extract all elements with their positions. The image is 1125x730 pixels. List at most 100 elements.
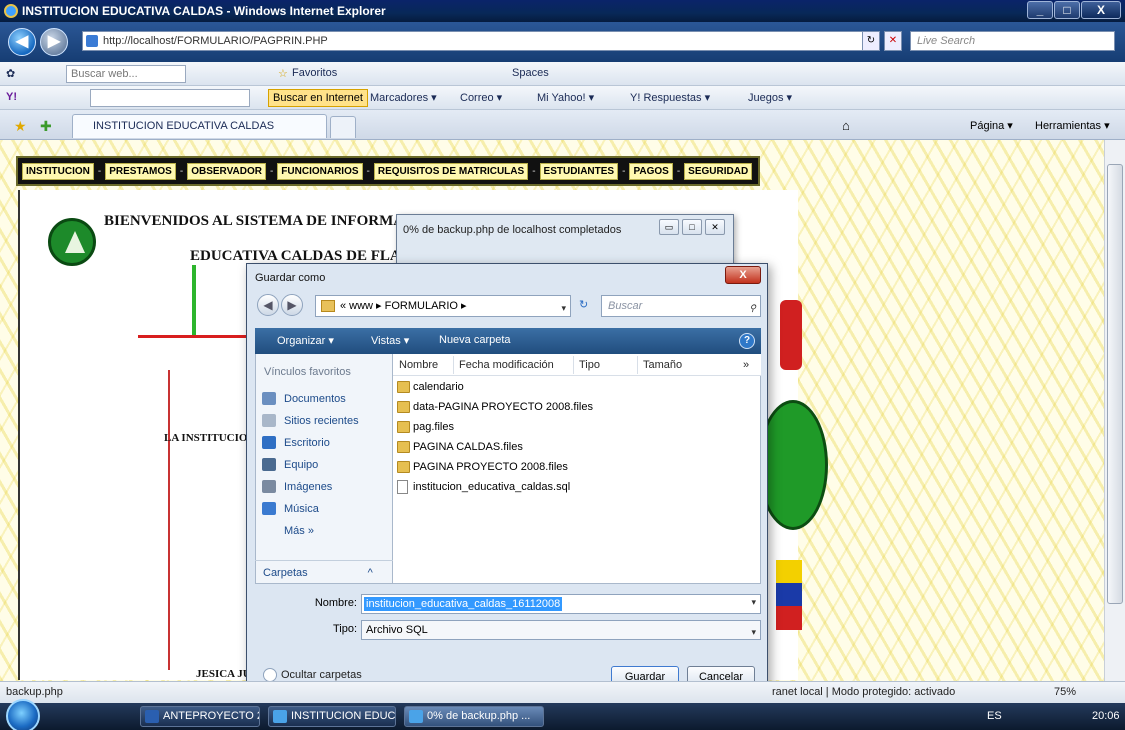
window-title-bar[interactable]: INSTITUCION EDUCATIVA CALDAS - Windows I… [0, 0, 1125, 22]
stop-button[interactable]: ✕ [884, 31, 902, 51]
address-bar: ◀ ▶ http://localhost/FORMULARIO/PAGPRIN.… [0, 22, 1125, 62]
headline-line-1: BIENVENIDOS AL SISTEMA DE INFORMA [104, 213, 405, 229]
herramientas-menu[interactable]: Herramientas ▾ [1035, 119, 1110, 132]
file-row[interactable]: PAGINA PROYECTO 2008.files [397, 458, 568, 477]
menu-requisitos[interactable]: REQUISITOS DE MATRICULAS [373, 162, 529, 180]
yahoo-search-input[interactable] [90, 89, 250, 107]
fav-escritorio[interactable]: Escritorio [262, 434, 330, 452]
juegos-button[interactable]: Juegos ▾ [748, 91, 792, 104]
file-row[interactable]: institucion_educativa_caldas.sql [397, 478, 570, 497]
search-web-input[interactable]: Buscar web... [66, 65, 186, 83]
tab-row: ★ ✚ INSTITUCION EDUCATIVA CALDAS ⌂ Págin… [0, 110, 1125, 140]
security-zone[interactable]: ranet local | Modo protegido: activado [772, 686, 955, 698]
menu-pagos[interactable]: PAGOS [629, 162, 673, 180]
fav-musica[interactable]: Música [262, 500, 319, 518]
more-columns-icon[interactable]: » [743, 359, 749, 371]
dialog-search-input[interactable]: Buscar ⚲ [601, 295, 761, 317]
chevron-down-icon[interactable]: ▾ [751, 623, 756, 641]
start-button[interactable] [6, 699, 40, 730]
download-minimize-button[interactable]: ▭ [659, 219, 679, 235]
forward-button[interactable]: ▶ [40, 28, 68, 56]
zoom-level[interactable]: 75% [1054, 686, 1076, 698]
tab-institucion[interactable]: INSTITUCION EDUCATIVA CALDAS [72, 114, 327, 138]
menu-funcionarios[interactable]: FUNCIONARIOS [277, 162, 363, 180]
download-maximize-button[interactable]: □ [682, 219, 702, 235]
menu-prestamos[interactable]: PRESTAMOS [105, 162, 176, 180]
col-tipo[interactable]: Tipo [579, 359, 600, 371]
task-anteproyecto[interactable]: ANTEPROYECTO 20... [140, 706, 260, 727]
menu-estudiantes[interactable]: ESTUDIANTES [539, 162, 619, 180]
add-favorite-icon[interactable]: ✚ [40, 118, 52, 135]
red-horizontal-line [138, 335, 248, 338]
favorites-star-icon[interactable]: ★ [14, 118, 27, 135]
new-tab-button[interactable] [330, 116, 356, 138]
col-tamano[interactable]: Tamaño [643, 359, 682, 371]
close-button[interactable]: X [1081, 1, 1121, 19]
desktop-icon [262, 436, 276, 449]
page-scrollbar[interactable] [1104, 140, 1125, 681]
school-logo [48, 218, 96, 266]
music-icon [262, 502, 276, 515]
mi-yahoo-button[interactable]: Mi Yahoo! ▾ [537, 91, 594, 104]
chevron-down-icon[interactable]: ▾ [561, 298, 566, 318]
organizar-button[interactable]: Organizar ▾ [277, 334, 334, 347]
task-institucion[interactable]: INSTITUCION EDUC... [268, 706, 396, 727]
filename-input[interactable]: institucion_educativa_caldas_16112008 ▾ [361, 594, 761, 614]
live-search-input[interactable]: Live Search [910, 31, 1115, 51]
filename-value: institucion_educativa_caldas_16112008 [364, 597, 563, 611]
fav-sitios-recientes[interactable]: Sitios recientes [262, 412, 359, 430]
back-circle-button[interactable]: ◀ [257, 294, 279, 316]
carpetas-toggle[interactable]: Carpetas ^ [255, 560, 393, 584]
minimize-button[interactable]: _ [1027, 1, 1053, 19]
fav-equipo[interactable]: Equipo [262, 456, 318, 474]
maximize-button[interactable]: □ [1054, 1, 1080, 19]
dialog-search-placeholder: Buscar [608, 300, 643, 312]
home-icon[interactable]: ⌂ [842, 118, 850, 133]
save-options: Nombre: institucion_educativa_caldas_161… [255, 584, 761, 692]
file-row[interactable]: data-PAGINA PROYECTO 2008.files [397, 398, 593, 417]
ocultar-carpetas-button[interactable]: Ocultar carpetas [263, 668, 362, 682]
file-list: Nombre Fecha modificación Tipo Tamaño » … [393, 354, 761, 584]
clock[interactable]: 20:06 [1092, 710, 1120, 722]
file-row[interactable]: PAGINA CALDAS.files [397, 438, 523, 457]
url-field[interactable]: http://localhost/FORMULARIO/PAGPRIN.PHP [82, 31, 880, 51]
correo-button[interactable]: Correo ▾ [460, 91, 502, 104]
buscar-internet-button[interactable]: Buscar en Internet [268, 89, 368, 107]
save-dialog-close-button[interactable]: X [725, 266, 761, 284]
col-fecha[interactable]: Fecha modificación [459, 359, 554, 371]
status-text: backup.php [6, 686, 63, 698]
path-text: « www ▸ FORMULARIO ▸ [340, 300, 467, 312]
favoritos-button[interactable]: Favoritos [292, 67, 337, 79]
col-nombre[interactable]: Nombre [399, 359, 438, 371]
save-as-dialog[interactable]: Guardar como X ◀ ▶ « www ▸ FORMULARIO ▸ ▾… [246, 263, 768, 693]
back-button[interactable]: ◀ [8, 28, 36, 56]
menu-institucion[interactable]: INSTITUCION [22, 162, 94, 180]
column-header: Nombre Fecha modificación Tipo Tamaño » [393, 354, 761, 376]
spaces-button[interactable]: Spaces [512, 67, 549, 79]
forward-circle-button[interactable]: ▶ [281, 294, 303, 316]
file-row[interactable]: calendario [397, 378, 464, 397]
scroll-thumb[interactable] [1107, 164, 1123, 604]
task-backup[interactable]: 0% de backup.php ... [404, 706, 544, 727]
language-indicator[interactable]: ES [987, 710, 1002, 722]
menu-observador[interactable]: OBSERVADOR [187, 162, 266, 180]
vistas-button[interactable]: Vistas ▾ [371, 334, 409, 347]
marcadores-button[interactable]: Marcadores ▾ [370, 91, 437, 104]
mas-link[interactable]: Más » [262, 522, 314, 540]
path-breadcrumb[interactable]: « www ▸ FORMULARIO ▸ ▾ [315, 295, 571, 317]
download-close-button[interactable]: ✕ [705, 219, 725, 235]
refresh-icon[interactable]: ↻ [579, 298, 588, 311]
file-row[interactable]: pag.files [397, 418, 454, 437]
chevron-up-icon: ^ [367, 567, 373, 579]
chevron-down-icon[interactable]: ▾ [751, 597, 756, 608]
pagina-menu[interactable]: Página ▾ [970, 119, 1013, 132]
help-icon[interactable]: ? [739, 333, 755, 349]
partial-text-institucion: LA INSTITUCIO [164, 432, 248, 444]
menu-seguridad[interactable]: SEGURIDAD [684, 162, 753, 180]
fav-imagenes[interactable]: Imágenes [262, 478, 332, 496]
refresh-button[interactable]: ↻ [862, 31, 880, 51]
nueva-carpeta-button[interactable]: Nueva carpeta [439, 334, 511, 346]
filetype-select[interactable]: Archivo SQL ▾ [361, 620, 761, 640]
respuestas-button[interactable]: Y! Respuestas ▾ [630, 91, 710, 104]
fav-documentos[interactable]: Documentos [262, 390, 346, 408]
